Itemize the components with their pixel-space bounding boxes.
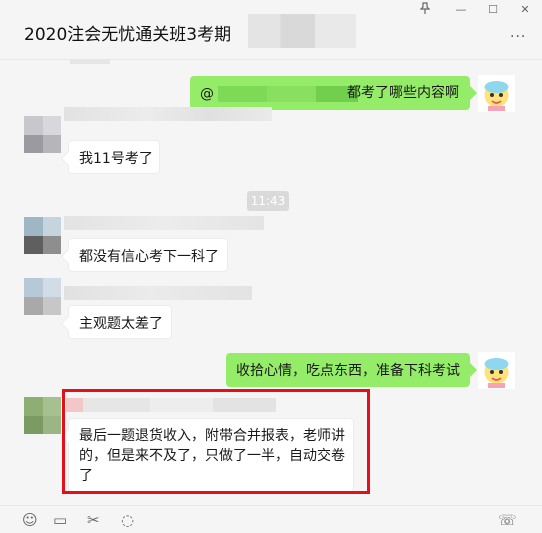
sender-avatar[interactable]	[24, 397, 61, 434]
cartoon-avatar-icon	[484, 358, 509, 388]
chat-history-icon[interactable]: ◌	[121, 512, 134, 528]
redacted-sender-name	[64, 286, 252, 300]
timestamp: 11:43	[247, 191, 289, 211]
sender-avatar[interactable]	[24, 116, 61, 153]
sender-avatar[interactable]	[24, 278, 61, 315]
message-text: 都没有信心考下一科了	[79, 249, 219, 265]
message-text: 我11号考了	[79, 151, 153, 167]
message-text: 主观题太差了	[79, 316, 163, 332]
redacted-sender-name	[64, 216, 264, 230]
incoming-message-bubble[interactable]: 都没有信心考下一科了	[68, 238, 228, 272]
scissors-icon[interactable]: ✂	[87, 512, 100, 528]
incoming-message-bubble[interactable]: 我11号考了	[68, 140, 160, 174]
message-text: 都考了哪些内容啊	[347, 85, 459, 101]
title-bar: 2020注会无忧通关班3考期 — ☐ ✕ ···	[0, 0, 542, 60]
redacted-mention-name	[218, 86, 359, 102]
mention-symbol: @	[200, 86, 214, 102]
emoji-icon[interactable]: ☺	[22, 512, 38, 528]
sender-avatar[interactable]	[24, 217, 61, 254]
message-text: 收拾心情，吃点东西，准备下科考试	[236, 363, 460, 379]
outgoing-message-bubble[interactable]: @ 都考了哪些内容啊	[190, 76, 470, 110]
redacted-sender-name	[64, 107, 272, 121]
chat-message-area[interactable]: @ 都考了哪些内容啊 我11号考了 11:43 都没有信心考下一科了 主观题太差…	[0, 60, 542, 505]
my-avatar[interactable]	[478, 352, 515, 389]
redacted-block	[70, 60, 110, 64]
title-redacted-block	[248, 14, 356, 48]
incoming-message-bubble[interactable]: 主观题太差了	[68, 305, 172, 339]
close-button[interactable]: ✕	[514, 2, 536, 18]
red-highlight-box	[62, 389, 370, 494]
more-options-icon[interactable]: ···	[510, 30, 526, 44]
cartoon-avatar-icon	[484, 81, 509, 111]
minimize-button[interactable]: —	[450, 2, 472, 18]
my-avatar[interactable]	[478, 75, 515, 112]
video-call-icon[interactable]: ☏	[498, 512, 517, 528]
maximize-button[interactable]: ☐	[482, 2, 504, 18]
chat-title: 2020注会无忧通关班3考期	[24, 25, 232, 45]
folder-icon[interactable]: ▭	[53, 512, 67, 528]
input-toolbar: ☺ ▭ ✂ ◌ ☏	[0, 505, 542, 533]
outgoing-message-bubble[interactable]: 收拾心情，吃点东西，准备下科考试	[226, 353, 470, 387]
pin-icon[interactable]	[414, 2, 436, 18]
